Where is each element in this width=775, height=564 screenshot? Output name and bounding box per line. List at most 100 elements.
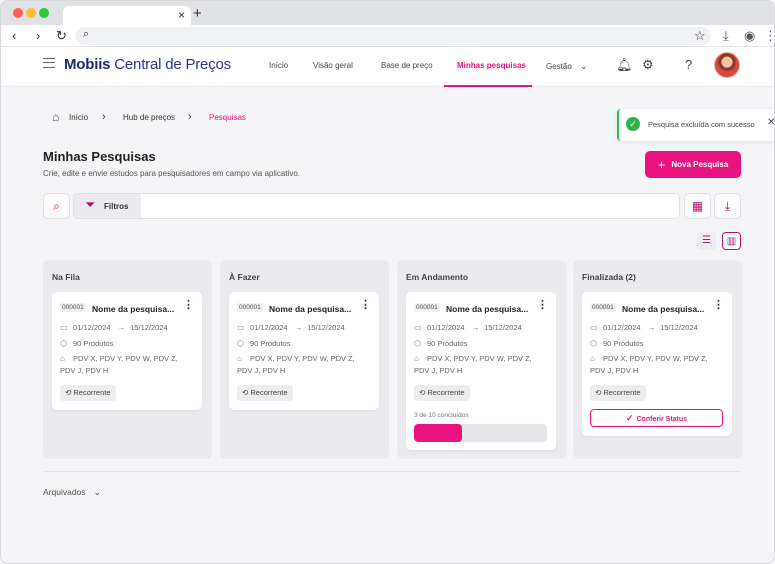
search-button[interactable]: ⌕ bbox=[43, 193, 70, 219]
archived-label: Arquivados bbox=[43, 487, 86, 497]
bell-icon[interactable]: 🔔︎ bbox=[616, 57, 633, 73]
table-view-button[interactable]: ▦ bbox=[684, 193, 711, 219]
card-menu-icon[interactable]: ⋮ bbox=[360, 300, 371, 311]
kanban-view-toggle[interactable]: ▥ bbox=[722, 232, 741, 250]
address-input[interactable]: ⌕ bbox=[75, 27, 711, 45]
browser-tab[interactable]: × bbox=[63, 6, 191, 25]
research-card[interactable]: 000001 Nome da pesquisa... ⋮ ▭ 01/12/2024… bbox=[582, 292, 732, 436]
kanban-column-na-fila: Na Fila 000001 Nome da pesquisa... ⋮ ▭ 01… bbox=[43, 260, 212, 459]
check-status-label: Conferir Status bbox=[636, 416, 688, 423]
card-stores: ⌂ PDV X, PDV Y, PDV W, PDV Z, PDV J, PDV … bbox=[60, 353, 190, 377]
box-icon: ⬡ bbox=[237, 339, 244, 348]
repeat-icon: ⟲ bbox=[595, 388, 602, 397]
search-icon: ⌕ bbox=[53, 199, 60, 213]
card-dates: ▭ 01/12/2024 → 15/12/2024 bbox=[60, 323, 168, 332]
gear-icon[interactable]: ⚙ bbox=[642, 57, 654, 73]
card-end-date: 15/12/2024 bbox=[484, 323, 522, 332]
card-products-label: 90 Produtos bbox=[250, 339, 291, 348]
progress-bar-fill bbox=[414, 424, 462, 442]
check-circle-icon: ✓ bbox=[625, 413, 634, 423]
card-dates: ▭ 01/12/2024 → 15/12/2024 bbox=[237, 323, 345, 332]
window-minimize-button[interactable] bbox=[26, 8, 36, 18]
success-toast: ✓ Pesquisa excluída com sucesso ✕ bbox=[617, 109, 774, 141]
window-maximize-button[interactable] bbox=[39, 8, 49, 18]
card-menu-icon[interactable]: ⋮ bbox=[183, 300, 194, 311]
progress-label: 3 de 10 concluídos bbox=[414, 412, 469, 419]
nav-base-de-preco[interactable]: Base de preço bbox=[381, 61, 433, 70]
nav-minhas-pesquisas[interactable]: Minhas pesquisas bbox=[457, 61, 526, 70]
new-research-label: Nova Pesquisa bbox=[671, 160, 729, 169]
card-dates: ▭ 01/12/2024 → 15/12/2024 bbox=[590, 323, 698, 332]
funnel-icon: ⏷ bbox=[86, 199, 95, 211]
card-start-date: 01/12/2024 bbox=[250, 323, 288, 332]
progress-bar bbox=[414, 424, 547, 442]
card-name: Nome da pesquisa... bbox=[622, 304, 705, 314]
brand-logo[interactable]: Mobiis Central de Preços bbox=[64, 56, 231, 73]
bookmark-star-icon[interactable]: ☆ bbox=[694, 28, 706, 44]
list-view-toggle[interactable]: ☰ bbox=[697, 232, 716, 250]
kanban-column-em-andamento: Em Andamento 000001 Nome da pesquisa... … bbox=[397, 260, 566, 459]
export-button[interactable]: ⤓ bbox=[714, 193, 741, 219]
tab-close-icon[interactable]: × bbox=[178, 8, 185, 22]
nav-gestao[interactable]: Gestão ⌄ bbox=[546, 61, 588, 72]
card-start-date: 01/12/2024 bbox=[427, 323, 465, 332]
card-products: ⬡ 90 Produtos bbox=[237, 339, 290, 348]
home-icon[interactable]: ⌂ bbox=[52, 110, 59, 124]
card-stores-label: PDV X, PDV Y, PDV W, PDV Z, PDV J, PDV H bbox=[60, 354, 178, 375]
filters-label: Filtros bbox=[104, 202, 129, 211]
research-card[interactable]: 000001 Nome da pesquisa... ⋮ ▭ 01/12/2024… bbox=[52, 292, 202, 410]
section-divider bbox=[43, 471, 741, 472]
hamburger-menu-icon[interactable] bbox=[43, 58, 55, 68]
column-title: À Fazer bbox=[229, 272, 260, 282]
window-close-button[interactable] bbox=[13, 8, 23, 18]
kanban-column-a-fazer: À Fazer 000001 Nome da pesquisa... ⋮ ▭ 01… bbox=[220, 260, 389, 459]
list-icon: ☰ bbox=[702, 235, 711, 246]
new-tab-icon[interactable]: + bbox=[193, 5, 202, 22]
new-research-button[interactable]: + Nova Pesquisa bbox=[645, 151, 741, 178]
box-icon: ⬡ bbox=[60, 339, 67, 348]
card-menu-icon[interactable]: ⋮ bbox=[713, 300, 724, 311]
recurrent-tag: ⟲ Recorrente bbox=[414, 385, 470, 401]
arrow-right-icon: → bbox=[117, 323, 126, 332]
filters-button[interactable]: ⏷ Filtros bbox=[74, 194, 141, 218]
card-products-label: 90 Produtos bbox=[603, 339, 644, 348]
archived-toggle[interactable]: Arquivados ⌄ bbox=[43, 487, 101, 498]
page-subtitle: Crie, edite e envie estudos para pesquis… bbox=[43, 169, 301, 178]
store-icon: ⌂ bbox=[60, 354, 65, 363]
card-stores-label: PDV X, PDV Y, PDV W, PDV Z, PDV J, PDV H bbox=[590, 354, 708, 375]
reload-icon[interactable]: ↻ bbox=[56, 28, 67, 44]
nav-visao-geral[interactable]: Visão geral bbox=[313, 61, 353, 70]
check-circle-icon: ✓ bbox=[626, 117, 640, 131]
avatar[interactable] bbox=[714, 52, 740, 78]
card-code: 000001 bbox=[414, 303, 440, 312]
breadcrumb-inicio[interactable]: Início bbox=[69, 113, 88, 122]
card-stores: ⌂ PDV X, PDV Y, PDV W, PDV Z, PDV J, PDV … bbox=[590, 353, 720, 377]
nav-inicio[interactable]: Início bbox=[269, 61, 288, 70]
breadcrumb-hub[interactable]: Hub de preços bbox=[123, 113, 175, 122]
toast-close-icon[interactable]: ✕ bbox=[767, 117, 774, 128]
back-icon[interactable]: ‹ bbox=[12, 28, 16, 43]
card-menu-icon[interactable]: ⋮ bbox=[537, 300, 548, 311]
calendar-icon: ▭ bbox=[590, 323, 598, 332]
repeat-icon: ⟲ bbox=[242, 388, 249, 397]
box-icon: ⬡ bbox=[590, 339, 597, 348]
download-icon: ⤓ bbox=[724, 199, 731, 213]
help-icon[interactable]: ? bbox=[685, 57, 692, 72]
filter-bar[interactable]: ⏷ Filtros bbox=[73, 193, 680, 219]
profile-icon[interactable]: ◉ bbox=[744, 28, 755, 44]
research-card[interactable]: 000001 Nome da pesquisa... ⋮ ▭ 01/12/2024… bbox=[406, 292, 556, 450]
download-icon[interactable]: ⤓ bbox=[723, 28, 729, 44]
arrow-right-icon: → bbox=[471, 323, 480, 332]
card-name: Nome da pesquisa... bbox=[92, 304, 175, 314]
check-status-button[interactable]: ✓ Conferir Status bbox=[590, 409, 723, 427]
research-card[interactable]: 000001 Nome da pesquisa... ⋮ ▭ 01/12/2024… bbox=[229, 292, 379, 410]
more-menu-icon[interactable]: ⋮ bbox=[764, 28, 774, 44]
brand-name-bold: Mobiis bbox=[64, 56, 111, 73]
browser-tabbar: × + bbox=[1, 1, 774, 25]
calendar-icon: ▭ bbox=[60, 323, 68, 332]
forward-icon[interactable]: › bbox=[36, 28, 40, 43]
card-end-date: 15/12/2024 bbox=[130, 323, 168, 332]
browser-toolbar: ‹ › ↻ ⌕ ☆ ⤓ ◉ ⋮ bbox=[1, 25, 774, 47]
recurrent-tag: ⟲ Recorrente bbox=[590, 385, 646, 401]
column-title: Em Andamento bbox=[406, 272, 469, 282]
